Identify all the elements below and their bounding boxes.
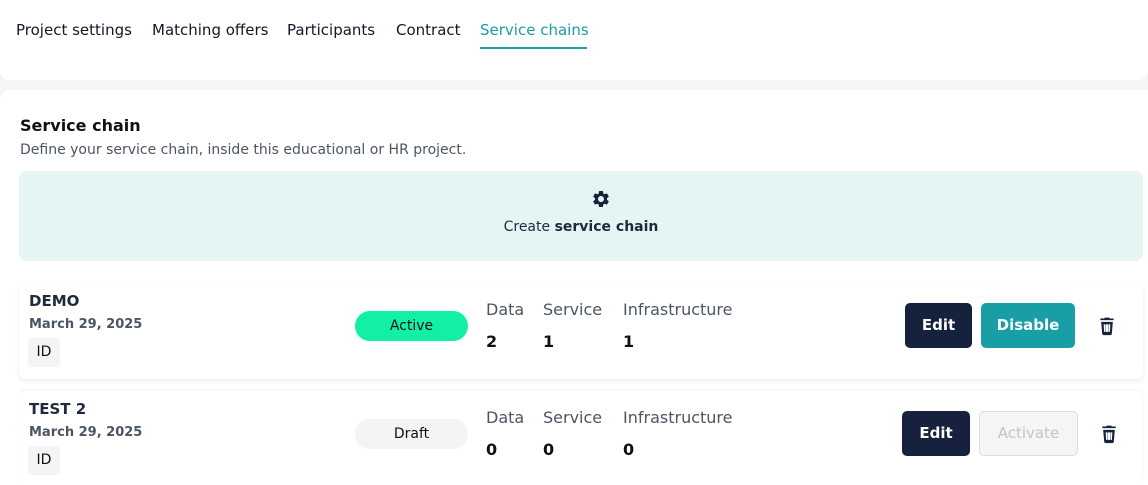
data-count-value: 2 bbox=[486, 332, 498, 351]
infrastructure-count-label: Infrastructure bbox=[623, 300, 733, 319]
data-count-label: Data bbox=[486, 300, 525, 319]
status-badge: Active bbox=[355, 311, 468, 341]
chain-date: March 29, 2025 bbox=[29, 317, 143, 332]
tab-matching-offers[interactable]: Matching offers bbox=[152, 21, 268, 39]
create-service-chain-button[interactable]: Create service chain bbox=[19, 171, 1143, 261]
create-label: Create service chain bbox=[19, 219, 1143, 235]
service-count-label: Service bbox=[543, 408, 603, 427]
active-tab-indicator bbox=[480, 47, 587, 49]
edit-button[interactable]: Edit bbox=[905, 303, 972, 348]
tabs-bar: Project settings Matching offers Partici… bbox=[0, 0, 1148, 80]
data-count-label: Data bbox=[486, 408, 525, 427]
service-count-value: 0 bbox=[543, 440, 555, 459]
infrastructure-count-value: 1 bbox=[623, 332, 635, 351]
chain-name: DEMO bbox=[29, 292, 80, 310]
disable-button[interactable]: Disable bbox=[981, 303, 1075, 348]
tab-service-chains[interactable]: Service chains bbox=[480, 21, 589, 39]
chain-name: TEST 2 bbox=[29, 400, 87, 418]
service-chain-panel: Service chain Define your service chain,… bbox=[0, 90, 1148, 485]
gear-icon bbox=[593, 191, 609, 207]
chain-id-badge[interactable]: ID bbox=[28, 338, 60, 367]
tab-contract[interactable]: Contract bbox=[396, 21, 461, 39]
activate-button[interactable]: Activate bbox=[979, 411, 1078, 456]
tab-participants[interactable]: Participants bbox=[287, 21, 375, 39]
status-badge: Draft bbox=[355, 419, 468, 449]
service-chain-row: TEST 2 March 29, 2025 ID Draft Data 0 Se… bbox=[19, 391, 1143, 485]
edit-button[interactable]: Edit bbox=[902, 411, 970, 456]
chain-date: March 29, 2025 bbox=[29, 425, 143, 440]
create-label-bold: service chain bbox=[554, 219, 659, 235]
service-count-label: Service bbox=[543, 300, 603, 319]
trash-icon[interactable] bbox=[1097, 314, 1117, 338]
section-description: Define your service chain, inside this e… bbox=[20, 142, 467, 158]
create-label-prefix: Create bbox=[503, 219, 551, 235]
service-count-value: 1 bbox=[543, 332, 555, 351]
infrastructure-count-label: Infrastructure bbox=[623, 408, 733, 427]
trash-icon[interactable] bbox=[1099, 422, 1119, 446]
data-count-value: 0 bbox=[486, 440, 498, 459]
tab-project-settings[interactable]: Project settings bbox=[16, 21, 132, 39]
service-chain-row: DEMO March 29, 2025 ID Active Data 2 Ser… bbox=[19, 283, 1143, 379]
section-title: Service chain bbox=[20, 116, 141, 135]
infrastructure-count-value: 0 bbox=[623, 440, 635, 459]
chain-id-badge[interactable]: ID bbox=[28, 446, 60, 475]
